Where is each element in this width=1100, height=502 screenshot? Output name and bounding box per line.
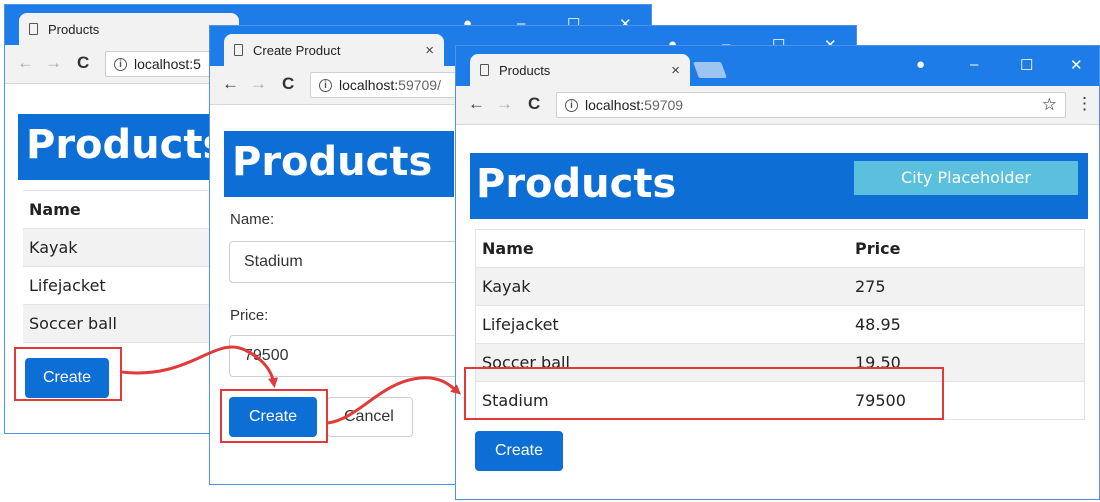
- table-row: Lifejacket 48.95: [476, 306, 1084, 344]
- reload-icon[interactable]: C: [77, 53, 89, 73]
- cell-price: 48.95: [855, 315, 901, 334]
- page-content: Products City Placeholder Name Price Kay…: [456, 125, 1099, 499]
- page-icon: [480, 64, 489, 76]
- tab-title: Create Product: [253, 42, 341, 58]
- menu-icon[interactable]: ⋮: [1076, 94, 1093, 114]
- address-host: localhost:: [339, 77, 399, 93]
- cell-price: 275: [855, 277, 886, 296]
- tab-title: Products: [48, 21, 100, 37]
- highlight-stadium-row: [464, 367, 944, 420]
- products-banner: Products: [18, 114, 228, 180]
- cell-name: Lifejacket: [29, 276, 106, 295]
- title-bar: Products × ● – ☐ ✕: [456, 46, 1099, 86]
- name-input[interactable]: Stadium: [229, 241, 459, 283]
- create-button[interactable]: Create: [475, 431, 563, 471]
- bookmark-star-icon[interactable]: ☆: [1042, 95, 1057, 115]
- back-icon[interactable]: ←: [17, 53, 34, 73]
- page-title: Products: [26, 122, 227, 168]
- table-row: Kayak: [23, 229, 223, 267]
- info-icon[interactable]: i: [565, 98, 578, 112]
- table-row: Kayak 275: [476, 268, 1084, 306]
- table-header-row: Name Price: [476, 230, 1084, 268]
- tab-close-icon[interactable]: ×: [425, 42, 434, 59]
- column-header-name: Name: [29, 200, 81, 219]
- cell-name: Kayak: [29, 238, 78, 257]
- info-icon[interactable]: i: [319, 78, 332, 92]
- address-bar[interactable]: i localhost: 59709 ☆: [556, 92, 1066, 118]
- page-icon: [29, 23, 38, 35]
- address-host: localhost:5: [134, 56, 201, 72]
- cell-name: Lifejacket: [482, 315, 559, 334]
- tab-create-product[interactable]: Create Product ×: [224, 34, 444, 66]
- cell-name: Soccer ball: [29, 314, 117, 333]
- address-port: 59709/: [398, 77, 441, 93]
- city-placeholder-button[interactable]: City Placeholder: [854, 161, 1078, 195]
- maximize-icon[interactable]: ☐: [1020, 56, 1033, 74]
- cancel-button[interactable]: Cancel: [327, 397, 413, 437]
- tab-products[interactable]: Products: [19, 13, 239, 45]
- info-icon[interactable]: i: [114, 57, 127, 71]
- products-banner: Products City Placeholder: [470, 153, 1088, 219]
- minimize-icon[interactable]: –: [970, 56, 978, 73]
- table-row: Soccer ball: [23, 305, 223, 343]
- products-table: Name Kayak Lifejacket Soccer ball: [23, 190, 223, 343]
- price-label: Price:: [230, 307, 269, 324]
- highlight-create-window1: [14, 347, 122, 401]
- browser-window-products-2: Products × ● – ☐ ✕ ← → C i localhost: 597…: [455, 45, 1100, 500]
- products-banner: Products: [224, 131, 454, 197]
- cell-name: Kayak: [482, 277, 531, 296]
- reload-icon[interactable]: C: [282, 74, 294, 94]
- address-host: localhost:: [585, 97, 645, 113]
- back-icon[interactable]: ←: [468, 94, 485, 114]
- table-header-row: Name: [23, 191, 223, 229]
- page-icon: [234, 44, 243, 56]
- column-header-name: Name: [482, 239, 534, 258]
- highlight-create-window2: [220, 389, 328, 443]
- back-icon[interactable]: ←: [222, 74, 239, 94]
- column-header-price: Price: [855, 239, 901, 258]
- tab-products[interactable]: Products ×: [470, 54, 690, 86]
- table-row: Lifejacket: [23, 267, 223, 305]
- price-input[interactable]: 79500: [229, 335, 459, 377]
- page-title: Products: [476, 161, 677, 207]
- address-port: 59709: [644, 97, 684, 113]
- page-title: Products: [232, 139, 433, 185]
- forward-icon[interactable]: →: [250, 74, 267, 94]
- new-tab-button[interactable]: [693, 62, 727, 78]
- toolbar: ← → C i localhost: 59709 ☆ ⋮: [456, 86, 1099, 125]
- tab-close-icon[interactable]: ×: [671, 62, 680, 79]
- account-icon[interactable]: ●: [916, 56, 925, 73]
- name-label: Name:: [230, 211, 275, 228]
- forward-icon[interactable]: →: [496, 94, 513, 114]
- close-icon[interactable]: ✕: [1070, 56, 1083, 74]
- reload-icon[interactable]: C: [528, 94, 540, 114]
- forward-icon[interactable]: →: [45, 53, 62, 73]
- tab-title: Products: [499, 62, 551, 78]
